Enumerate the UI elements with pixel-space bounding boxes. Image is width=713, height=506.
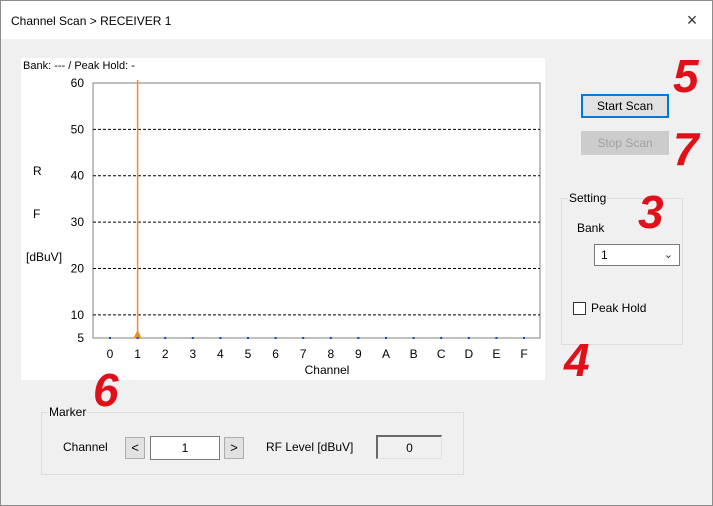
x-tick-label: 9 <box>355 347 362 361</box>
data-point <box>219 337 222 339</box>
callout-4: 4 <box>564 334 590 386</box>
marker-next-button[interactable]: > <box>224 437 244 459</box>
y-tick-label: 30 <box>71 215 85 229</box>
data-point <box>274 337 277 339</box>
callout-6: 6 <box>93 364 119 416</box>
data-point <box>247 337 249 339</box>
marker-channel-label: Channel <box>63 440 108 454</box>
x-tick-label: 0 <box>107 347 114 361</box>
scan-chart-panel: 60 50 40 30 20 10 5 R F [dBuV] 0 1 2 3 4 5 6 7 8 9 A B C D E F Cha… <box>21 58 545 380</box>
data-point <box>357 337 360 339</box>
data-point <box>412 337 415 339</box>
x-tick-label: C <box>437 347 446 361</box>
setting-group: Setting <box>561 191 683 345</box>
x-tick-label: F <box>520 347 527 361</box>
x-tick-label: 8 <box>327 347 334 361</box>
data-point <box>385 337 387 339</box>
data-point <box>523 337 525 339</box>
title-bar: Channel Scan > RECEIVER 1 × <box>1 1 712 39</box>
data-point <box>109 337 111 339</box>
rf-level-field: 0 <box>376 435 442 459</box>
y-tick-label: 20 <box>71 261 85 275</box>
scan-chart: 60 50 40 30 20 10 5 R F [dBuV] 0 1 2 3 4 5 6 7 8 9 A B C D E F Cha… <box>26 76 541 377</box>
peak-hold-label: Peak Hold <box>591 301 647 315</box>
y-tick-label: 5 <box>77 331 84 345</box>
x-tick-label: 2 <box>162 347 169 361</box>
x-tick-label: 1 <box>134 347 141 361</box>
data-point <box>329 337 332 339</box>
bank-select-value: 1 <box>601 248 608 262</box>
x-tick-label: 3 <box>189 347 196 361</box>
data-point <box>191 337 194 339</box>
callout-3: 3 <box>638 186 664 238</box>
y-tick-label: 40 <box>71 169 85 183</box>
plot-frame <box>92 82 541 339</box>
x-tick-label: D <box>464 347 473 361</box>
y-axis-label: [dBuV] <box>26 250 62 264</box>
y-axis-label: F <box>33 207 40 221</box>
y-tick-label: 10 <box>71 308 85 322</box>
data-point <box>164 337 167 339</box>
x-tick-label: 7 <box>300 347 307 361</box>
peak-hold-checkbox[interactable] <box>573 302 586 315</box>
y-axis-label: R <box>33 164 42 178</box>
data-point <box>302 337 305 339</box>
callout-5: 5 <box>673 50 699 102</box>
data-point <box>495 337 498 339</box>
y-tick-label: 60 <box>71 76 85 90</box>
bank-select[interactable]: 1 ⌄ <box>594 244 680 266</box>
x-tick-label: 4 <box>217 347 224 361</box>
rf-level-label: RF Level [dBuV] <box>266 440 354 454</box>
x-axis-label: Channel <box>305 363 350 377</box>
x-tick-label: B <box>410 347 418 361</box>
data-point <box>467 337 470 339</box>
x-tick-label: 5 <box>245 347 252 361</box>
y-tick-label: 50 <box>71 122 85 136</box>
channel-scan-window: Channel Scan > RECEIVER 1 × 60 50 40 30 20 10… <box>0 0 713 506</box>
marker-legend: Marker <box>49 405 87 419</box>
bank-peak-status: Bank: --- / Peak Hold: - <box>23 60 135 72</box>
start-scan-button[interactable]: Start Scan <box>581 94 669 118</box>
x-tick-label: 6 <box>272 347 279 361</box>
data-point <box>136 337 139 339</box>
callout-7: 7 <box>673 123 699 175</box>
data-point <box>440 337 443 339</box>
x-tick-label: E <box>492 347 500 361</box>
chevron-down-icon: ⌄ <box>663 249 673 261</box>
close-icon[interactable]: × <box>680 9 704 31</box>
bank-label: Bank <box>577 221 605 235</box>
marker-channel-field[interactable]: 1 <box>150 436 220 460</box>
x-tick-label: A <box>382 347 390 361</box>
marker-prev-button[interactable]: < <box>125 437 145 459</box>
window-title: Channel Scan > RECEIVER 1 <box>11 14 172 28</box>
setting-legend: Setting <box>569 191 607 205</box>
channel-marker-triangle <box>133 330 142 338</box>
stop-scan-button[interactable]: Stop Scan <box>581 131 669 155</box>
